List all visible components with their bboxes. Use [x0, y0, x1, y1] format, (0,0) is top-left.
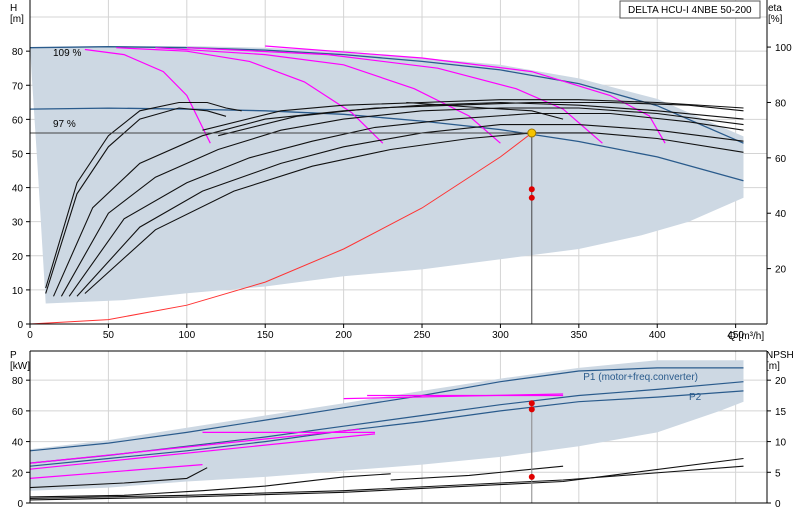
eta-axis-label: eta — [768, 3, 782, 14]
eta-tick-label: 100 — [775, 43, 792, 54]
p-axis-unit: [kW] — [10, 361, 30, 372]
h-tick-label: 80 — [12, 47, 24, 58]
h-tick-label: 50 — [12, 149, 24, 160]
h-axis-unit: [m] — [10, 14, 24, 25]
p-tick-label: 0 — [17, 499, 23, 510]
p-tick-label: 40 — [12, 438, 24, 449]
eta-axis-unit: [%] — [768, 14, 783, 25]
speed-label-109: 109 % — [53, 48, 81, 59]
npsh-axis-label: NPSH — [766, 350, 794, 361]
npsh-tick-label: 10 — [775, 438, 787, 449]
duty-point-marker — [528, 194, 535, 201]
h-axis-label: H — [10, 3, 17, 14]
q-tick-label: 200 — [335, 330, 352, 341]
h-tick-label: 60 — [12, 115, 24, 126]
h-tick-label: 70 — [12, 81, 24, 92]
title-box: DELTA HCU-I 4NBE 50-200 — [619, 0, 761, 19]
h-tick-label: 0 — [17, 320, 23, 331]
npsh-tick-label: 0 — [775, 499, 781, 510]
pump-performance-chart: 0 50 100 150 200 250 300 350 400 4500102030405060… — [0, 0, 800, 520]
npsh-axis-unit: [m] — [766, 361, 780, 372]
speed-label-97: 97 % — [53, 119, 76, 130]
duty-point-marker — [528, 473, 535, 480]
p-tick-label: 80 — [12, 376, 24, 387]
chart-title: DELTA HCU-I 4NBE 50-200 — [628, 5, 752, 16]
p-axis-label: P — [10, 350, 17, 361]
q-tick-label: 100 — [178, 330, 195, 341]
legend-p1: P1 (motor+freq.converter) — [583, 372, 698, 383]
q-tick-label: 0 — [27, 330, 33, 341]
eta-tick-label: 40 — [775, 209, 787, 220]
q-tick-label: 400 — [649, 330, 666, 341]
q-tick-label: 150 — [257, 330, 274, 341]
h-tick-label: 40 — [12, 184, 24, 195]
p-tick-label: 20 — [12, 468, 24, 479]
eta-tick-label: 20 — [775, 265, 787, 276]
eta-tick-label: 80 — [775, 98, 787, 109]
head-efficiency-plot: 0 50 100 150 200 250 300 350 400 4500102030405060… — [12, 0, 792, 341]
duty-point-marker — [528, 406, 535, 413]
q-tick-label: 50 — [103, 330, 115, 341]
q-tick-label: 300 — [492, 330, 509, 341]
operating-point-marker — [527, 128, 537, 138]
q-tick-label: 250 — [414, 330, 431, 341]
duty-point-marker — [528, 186, 535, 193]
p-tick-label: 60 — [12, 407, 24, 418]
npsh-tick-label: 20 — [775, 376, 787, 387]
h-tick-label: 30 — [12, 218, 24, 229]
npsh-tick-label: 15 — [775, 407, 787, 418]
legend-p2: P2 — [689, 392, 702, 403]
h-tick-label: 10 — [12, 286, 24, 297]
npsh-tick-label: 5 — [775, 468, 781, 479]
q-axis-label: Q [m³/h] — [728, 331, 764, 342]
q-tick-label: 350 — [570, 330, 587, 341]
h-tick-label: 20 — [12, 252, 24, 263]
duty-point-marker — [528, 400, 535, 407]
eta-tick-label: 60 — [775, 154, 787, 165]
